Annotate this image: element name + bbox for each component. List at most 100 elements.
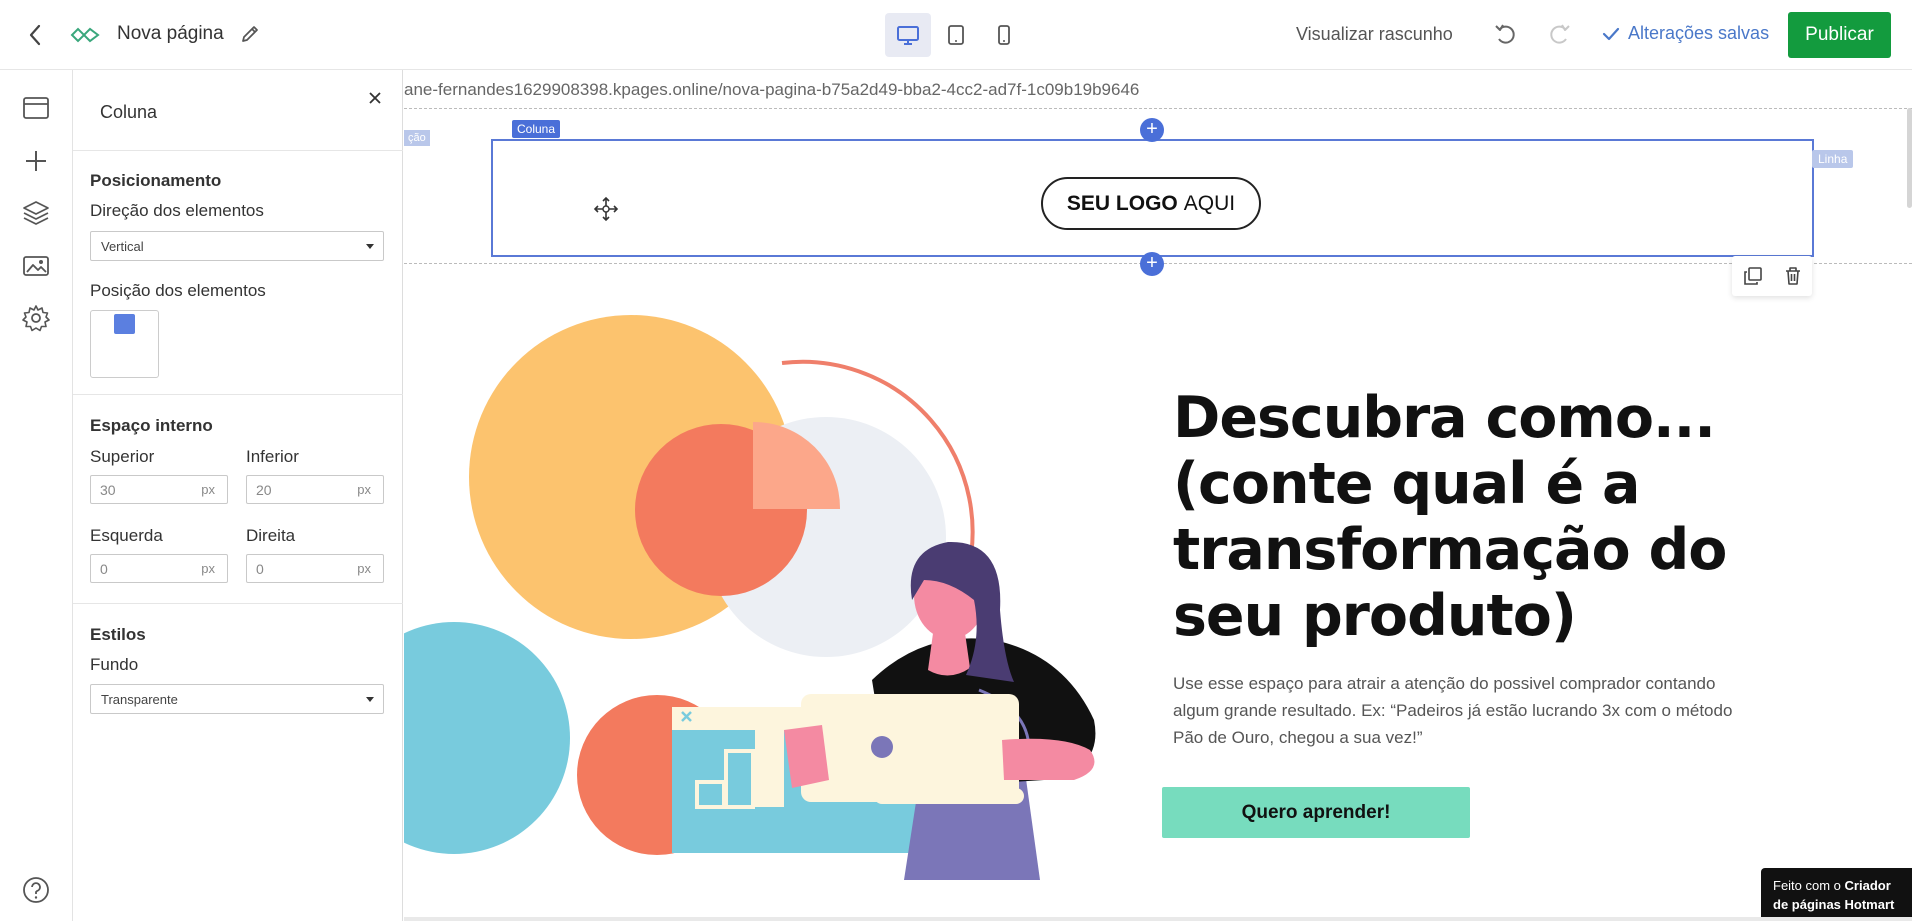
rail-add-button[interactable] (20, 145, 52, 177)
tablet-icon (948, 25, 964, 45)
row-guide (404, 108, 1912, 109)
padding-left-label: Esquerda (90, 526, 163, 545)
add-below-button[interactable]: + (1140, 252, 1164, 276)
padding-bottom-input[interactable]: 20 px (246, 475, 384, 504)
padding-bottom-value: 20 (256, 482, 272, 498)
rail-page-button[interactable] (20, 92, 52, 124)
divider (73, 394, 403, 395)
device-switcher (885, 13, 1027, 57)
divider (73, 150, 403, 151)
save-status-label: Alterações salvas (1628, 23, 1770, 43)
background-select[interactable]: Transparente (90, 684, 384, 714)
background-select-value: Transparente (101, 692, 178, 707)
editor-canvas: ane-fernandes1629908398.kpages.online/no… (404, 70, 1912, 921)
back-button[interactable] (20, 20, 50, 50)
top-bar: Nova página Visualizar rascunho Alteraçõ… (0, 0, 1912, 70)
unit-label: px (201, 482, 215, 497)
mobile-view-button[interactable] (981, 13, 1027, 57)
column-actions (1732, 256, 1812, 296)
padding-left-input[interactable]: 0 px (90, 554, 228, 583)
tablet-view-button[interactable] (933, 13, 979, 57)
image-icon (23, 256, 49, 276)
rail-settings-button[interactable] (20, 302, 52, 334)
rail-help-button[interactable] (20, 874, 52, 906)
made-with-badge[interactable]: Feito com o Criador de páginas Hotmart (1761, 868, 1912, 921)
padding-right-input[interactable]: 0 px (246, 554, 384, 583)
add-above-button[interactable]: + (1140, 118, 1164, 142)
help-icon (23, 877, 49, 903)
close-icon (369, 92, 381, 104)
divider (73, 603, 403, 604)
page-icon (23, 97, 49, 119)
page-url: ane-fernandes1629908398.kpages.online/no… (404, 80, 1140, 99)
positioning-section-title: Posicionamento (90, 171, 222, 190)
padding-top-label: Superior (90, 447, 155, 466)
padding-right-value: 0 (256, 561, 264, 577)
mobile-icon (998, 25, 1010, 45)
plus-icon: + (1146, 118, 1158, 140)
logo-bold-text: SEU LOGO (1066, 191, 1178, 215)
caret-down-icon (366, 697, 374, 702)
undo-button[interactable] (1492, 21, 1520, 49)
padding-right-label: Direita (246, 526, 296, 545)
edit-title-button[interactable] (238, 22, 264, 48)
direction-select[interactable]: Vertical (90, 231, 384, 261)
left-rail (0, 70, 73, 921)
close-panel-button[interactable] (363, 86, 387, 110)
padding-bottom-label: Inferior (246, 447, 299, 466)
desktop-icon (897, 26, 919, 45)
unit-label: px (357, 561, 371, 576)
column-settings-panel: Coluna Posicionamento Direção dos elemen… (73, 70, 403, 921)
move-handle[interactable] (593, 196, 619, 222)
canvas-scrollbar[interactable] (1907, 108, 1912, 208)
padding-top-value: 30 (100, 482, 116, 498)
column-tag[interactable]: Coluna (512, 120, 561, 138)
rail-images-button[interactable] (20, 250, 52, 282)
gear-icon (22, 305, 50, 332)
desktop-view-button[interactable] (885, 13, 931, 57)
hero-subtitle[interactable]: Use esse espaço para atrair a atenção do… (1173, 670, 1763, 751)
background-label: Fundo (90, 655, 139, 674)
panel-title: Coluna (100, 102, 158, 122)
app-logo-icon (70, 22, 100, 48)
direction-select-value: Vertical (101, 239, 144, 254)
badge-prefix: Feito com o (1773, 878, 1841, 893)
redo-button[interactable] (1545, 21, 1573, 49)
preview-draft-link[interactable]: Visualizar rascunho (1296, 24, 1453, 45)
plus-icon: + (1146, 252, 1158, 274)
rail-layers-button[interactable] (20, 197, 52, 229)
save-status: Alterações salvas (1602, 23, 1769, 44)
position-label: Posição dos elementos (90, 281, 266, 300)
publish-button[interactable]: Publicar (1788, 12, 1891, 58)
unit-label: px (357, 482, 371, 497)
hero-title[interactable]: Descubra como... (conte qual é a transfo… (1173, 385, 1733, 649)
undo-icon (1495, 24, 1515, 44)
logo-placeholder[interactable]: SEU LOGO AQUI (1041, 177, 1261, 230)
layers-icon (23, 201, 49, 225)
duplicate-icon[interactable] (1743, 266, 1763, 286)
unit-label: px (201, 561, 215, 576)
pencil-icon (242, 26, 258, 42)
cta-button[interactable]: Quero aprender! (1162, 787, 1470, 838)
chevron-left-icon (29, 24, 41, 46)
page-title: Nova página (117, 23, 224, 44)
padding-top-input[interactable]: 30 px (90, 475, 228, 504)
direction-label: Direção dos elementos (90, 201, 264, 220)
trash-icon[interactable] (1784, 266, 1802, 286)
section-tag[interactable]: ção (404, 130, 430, 146)
caret-down-icon (366, 244, 374, 249)
move-icon (593, 196, 619, 222)
canvas-bottom-border (404, 917, 1912, 921)
redo-icon (1550, 24, 1570, 44)
row-tag[interactable]: Linha (1812, 150, 1854, 168)
hero-illustration (404, 315, 1096, 880)
position-grid[interactable] (90, 310, 159, 378)
logo-text: AQUI (1183, 191, 1236, 215)
url-bar: ane-fernandes1629908398.kpages.online/no… (404, 70, 1912, 108)
styles-section-title: Estilos (90, 625, 146, 644)
padding-section-title: Espaço interno (90, 416, 213, 435)
padding-left-value: 0 (100, 561, 108, 577)
position-marker[interactable] (114, 314, 135, 334)
check-icon (1602, 27, 1620, 40)
add-icon (26, 151, 46, 171)
